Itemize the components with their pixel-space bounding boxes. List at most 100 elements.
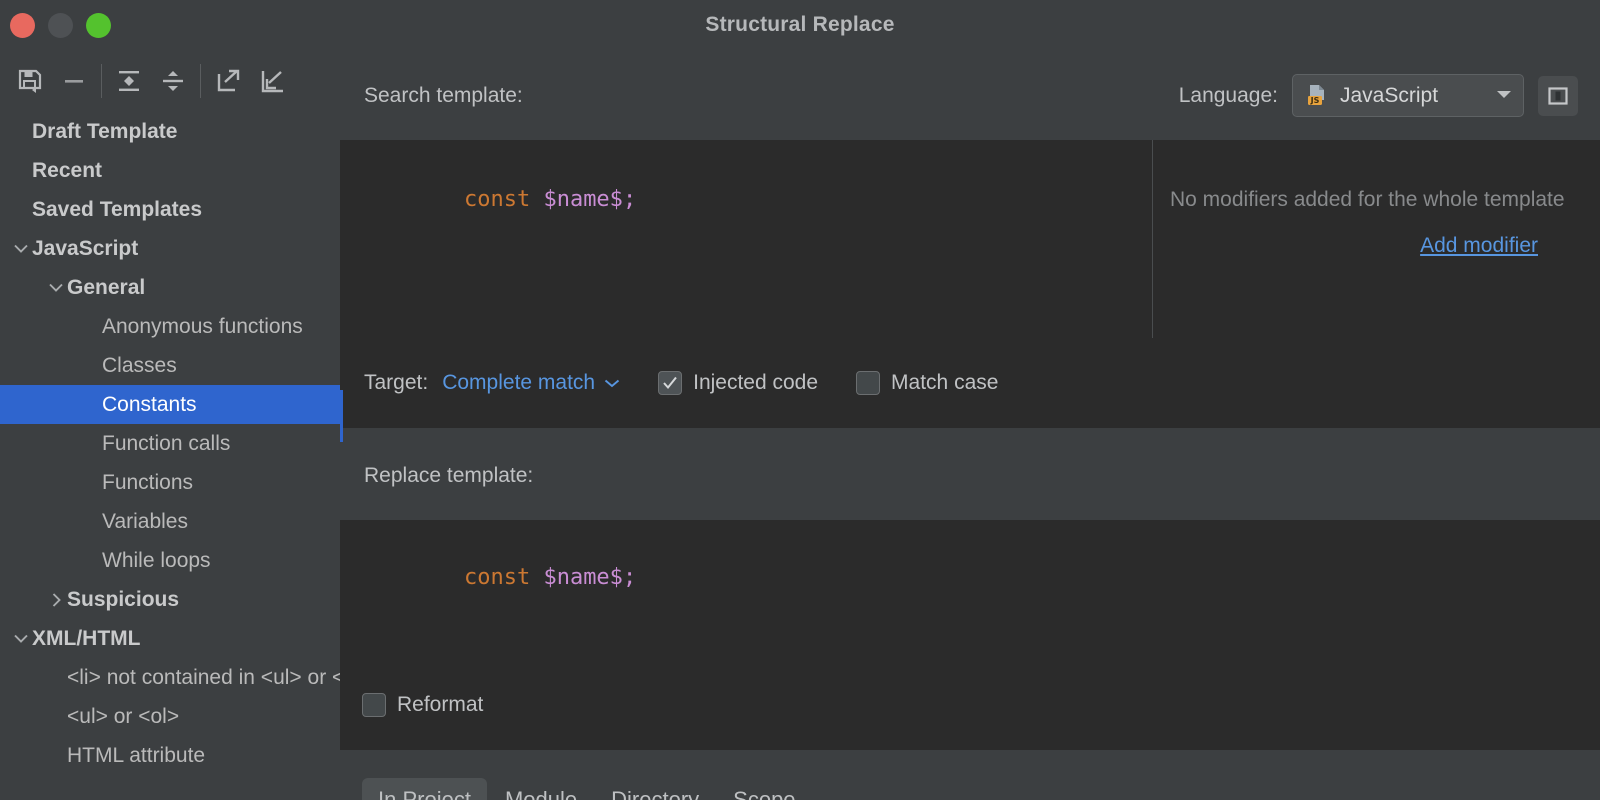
search-template-label: Search template:: [364, 84, 523, 107]
tree-item-functions[interactable]: Functions: [0, 463, 340, 502]
export-icon[interactable]: [206, 59, 250, 103]
replace-code-space: [530, 565, 543, 590]
match-case-checkbox-item[interactable]: Match case: [856, 371, 998, 395]
title-bar: Structural Replace: [0, 0, 1600, 50]
tree-item-ul-or-ol[interactable]: <ul> or <ol>: [0, 697, 340, 736]
target-value: Complete match: [442, 371, 596, 394]
reformat-checkbox-item[interactable]: Reformat: [362, 693, 483, 717]
tree-item-label: Functions: [102, 470, 194, 494]
scope-prefix: In: [378, 787, 403, 800]
match-case-label: Match case: [891, 371, 999, 394]
scope-mnemonic: M: [504, 787, 524, 800]
tree-item-label: General: [67, 275, 146, 299]
target-dropdown[interactable]: Complete match: [442, 371, 620, 395]
match-case-checkbox[interactable]: [856, 371, 881, 395]
tree-item-saved-templates[interactable]: Saved Templates: [0, 190, 340, 229]
tree-item-javascript[interactable]: JavaScript: [0, 229, 340, 268]
language-selector-group: Language: JS JavaScript: [1179, 74, 1578, 117]
no-modifiers-message: No modifiers added for the whole templat…: [1170, 188, 1565, 211]
toolbar-divider-1: [101, 64, 102, 98]
scope-selector: In Project Module Directory Scope: [340, 750, 1600, 800]
tree-item-constants[interactable]: Constants: [0, 385, 340, 424]
tree-item-while-loops[interactable]: While loops: [0, 541, 340, 580]
injected-code-checkbox-item[interactable]: Injected code: [658, 371, 818, 395]
language-value: JavaScript: [1340, 83, 1439, 107]
chevron-down-icon[interactable]: [45, 282, 67, 293]
language-label: Language:: [1178, 83, 1278, 107]
selection-indicator: [340, 390, 343, 442]
chevron-down-icon[interactable]: [10, 243, 32, 254]
tree-item-li-not-contained-in-ul-or-ol[interactable]: <li> not contained in <ul> or <ol>: [0, 658, 340, 697]
search-header: Search template: Language: JS JavaScript: [340, 50, 1600, 140]
panel-toggle-icon: [1548, 86, 1568, 105]
collapse-all-icon[interactable]: [151, 59, 195, 103]
replace-template-label: Replace template:: [364, 464, 534, 487]
replace-header: Replace template:: [340, 430, 1600, 520]
add-modifier-link[interactable]: Add modifier: [1420, 234, 1538, 258]
scope-suffix: odule: [523, 787, 578, 800]
tree-item-label: Variables: [102, 509, 188, 533]
scope-button-module[interactable]: Module: [489, 778, 593, 800]
tree-item-recent[interactable]: Recent: [0, 151, 340, 190]
replace-code-terminator: ;: [622, 565, 637, 590]
search-code-variable: $name$: [543, 187, 623, 212]
reformat-checkbox[interactable]: [362, 693, 386, 717]
tree-item-general[interactable]: General: [0, 268, 340, 307]
scope-suffix: roject: [417, 787, 471, 800]
search-code-space: [530, 187, 543, 212]
tree-item-label: Draft Template: [32, 119, 178, 143]
scope-suffix: irectory: [627, 787, 700, 800]
tree-item-draft-template[interactable]: Draft Template: [0, 112, 340, 151]
tree-item-label: Function calls: [102, 431, 231, 455]
scope-suffix: cope: [747, 787, 796, 800]
tree-item-variables[interactable]: Variables: [0, 502, 340, 541]
modifiers-divider: [1152, 140, 1153, 338]
save-template-icon[interactable]: [8, 59, 52, 103]
check-icon: [663, 376, 677, 390]
tree-item-suspicious[interactable]: Suspicious: [0, 580, 340, 619]
reformat-label: Reformat: [397, 693, 484, 716]
target-label: Target:: [364, 371, 429, 394]
replace-template-editor[interactable]: const $name$; Reformat: [340, 520, 1600, 750]
scope-mnemonic: D: [611, 787, 628, 800]
scope-button-directory[interactable]: Directory: [595, 778, 715, 800]
search-template-editor[interactable]: const $name$;: [340, 140, 1152, 338]
search-code-terminator: ;: [622, 187, 637, 212]
tree-item-anonymous-functions[interactable]: Anonymous functions: [0, 307, 340, 346]
tree-item-label: Saved Templates: [32, 197, 203, 221]
tree-item-label: <li> not contained in <ul> or <ol>: [67, 665, 340, 689]
tree-item-label: Anonymous functions: [102, 314, 303, 338]
chevron-down-icon[interactable]: [10, 633, 32, 644]
template-toolbar: [0, 50, 340, 112]
remove-template-icon[interactable]: [52, 59, 96, 103]
injected-code-checkbox[interactable]: [658, 371, 683, 395]
tree-item-label: Classes: [102, 353, 177, 377]
scope-button-scope[interactable]: Scope: [717, 778, 811, 800]
templates-tree[interactable]: Draft Template Recent Saved Templates JavaS…: [0, 112, 340, 800]
tree-item-classes[interactable]: Classes: [0, 346, 340, 385]
language-dropdown[interactable]: JS JavaScript: [1292, 74, 1524, 117]
svg-text:JS: JS: [1310, 96, 1320, 105]
chevron-right-icon[interactable]: [45, 592, 67, 608]
scope-button-in-project[interactable]: In Project: [362, 778, 487, 800]
injected-code-label: Injected code: [693, 371, 819, 394]
tree-item-xml-html[interactable]: XML/HTML: [0, 619, 340, 658]
chevron-down-icon: [604, 379, 620, 388]
scope-mnemonic: S: [733, 787, 748, 800]
toolbar-divider-2: [200, 64, 201, 98]
right-panel: Search template: Language: JS JavaScript: [340, 50, 1600, 800]
toggle-modifiers-panel-button[interactable]: [1538, 75, 1578, 116]
replace-code-variable: $name$: [543, 565, 623, 590]
tree-item-function-calls[interactable]: Function calls: [0, 424, 340, 463]
expand-all-icon[interactable]: [107, 59, 151, 103]
tree-item-label: Recent: [32, 158, 103, 182]
import-icon[interactable]: [250, 59, 294, 103]
tree-item-label: XML/HTML: [32, 626, 141, 650]
replace-code-keyword: const: [463, 565, 531, 590]
tree-item-html-attribute[interactable]: HTML attribute: [0, 736, 340, 775]
window-title: Structural Replace: [705, 13, 895, 36]
tree-item-label: While loops: [102, 548, 211, 572]
target-options-row: Target: Complete match Injected code Mat…: [340, 338, 1600, 428]
tree-item-label: <ul> or <ol>: [67, 704, 180, 728]
tree-item-label: HTML attribute: [67, 743, 206, 767]
